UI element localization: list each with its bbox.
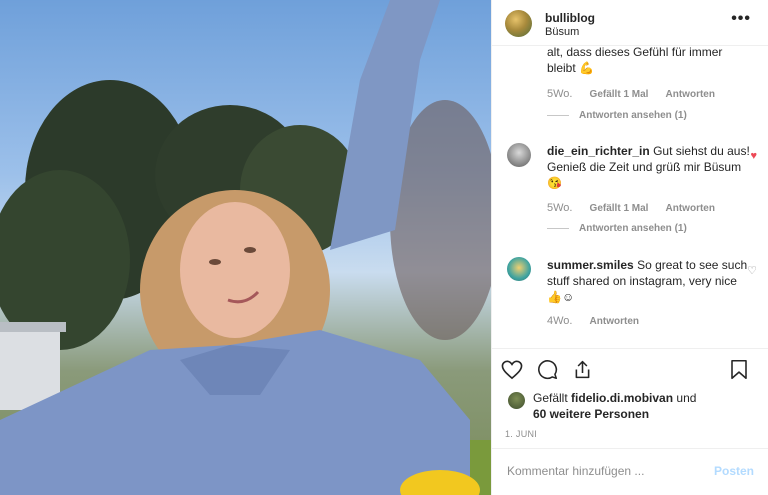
- view-replies-button[interactable]: Antworten ansehen (1): [547, 110, 687, 121]
- comment-list[interactable]: alt, dass dieses Gefühl für immer bleibt…: [492, 46, 768, 348]
- comment-age: 5Wo.: [547, 202, 573, 214]
- comment-likes[interactable]: Gefällt 1 Mal: [590, 203, 649, 214]
- divider: [547, 227, 569, 229]
- comment-text: alt, dass dieses Gefühl für immer bleibt…: [547, 46, 723, 75]
- share-icon[interactable]: [572, 359, 593, 380]
- comment-age: 5Wo.: [547, 88, 573, 100]
- heart-outline-icon[interactable]: ♡: [747, 264, 757, 277]
- more-icon[interactable]: •••: [731, 10, 751, 28]
- author-avatar[interactable]: [505, 10, 532, 37]
- add-comment-bar: Kommentar hinzufügen ... Posten: [492, 448, 768, 495]
- post-photo[interactable]: [0, 0, 491, 495]
- commenter-avatar[interactable]: [507, 143, 531, 167]
- liker-username[interactable]: fidelio.di.mobivan: [571, 391, 673, 405]
- reply-button[interactable]: Antworten: [666, 203, 715, 214]
- commenter-username[interactable]: summer.smiles: [547, 258, 634, 272]
- heart-icon[interactable]: [501, 360, 523, 380]
- comment-icon[interactable]: [537, 359, 558, 380]
- reply-button[interactable]: Antworten: [666, 89, 715, 100]
- likes-summary: Gefällt fidelio.di.mobivan und 60 weiter…: [533, 391, 697, 421]
- post-side-panel: bulliblog Büsum ••• alt, dass dieses Gef…: [491, 0, 768, 495]
- commenter-avatar[interactable]: [507, 257, 531, 281]
- post-header: bulliblog Büsum •••: [492, 0, 768, 46]
- comment-input[interactable]: Kommentar hinzufügen ...: [507, 464, 644, 478]
- liker-avatar[interactable]: [508, 392, 525, 409]
- post-location[interactable]: Büsum: [545, 26, 579, 38]
- comment-meta: 5Wo. Gefällt 1 Mal Antworten: [547, 202, 729, 214]
- comment-body: die_ein_richter_in Gut siehst du aus! Ge…: [547, 143, 752, 191]
- photo-illustration: [0, 0, 491, 495]
- post-actions: Gefällt fidelio.di.mobivan und 60 weiter…: [492, 348, 768, 448]
- comment-body: summer.smiles So great to see such stuff…: [547, 257, 752, 305]
- comment-age: 4Wo.: [547, 315, 573, 327]
- post-date[interactable]: 1. JUNI: [505, 429, 537, 439]
- comment-meta: 5Wo. Gefällt 1 Mal Antworten: [547, 88, 729, 100]
- view-replies-button[interactable]: Antworten ansehen (1): [547, 223, 687, 234]
- commenter-username[interactable]: die_ein_richter_in: [547, 144, 650, 158]
- bookmark-icon[interactable]: [730, 359, 748, 380]
- author-username[interactable]: bulliblog: [545, 11, 595, 25]
- reply-button[interactable]: Antworten: [590, 316, 639, 327]
- post-comment-button[interactable]: Posten: [714, 464, 754, 478]
- other-likers-link[interactable]: 60 weitere Personen: [533, 407, 649, 421]
- comment-likes[interactable]: Gefällt 1 Mal: [590, 89, 649, 100]
- divider: [547, 114, 569, 116]
- comment-meta: 4Wo. Antworten: [547, 315, 653, 327]
- liked-heart-icon[interactable]: ♥: [750, 150, 757, 162]
